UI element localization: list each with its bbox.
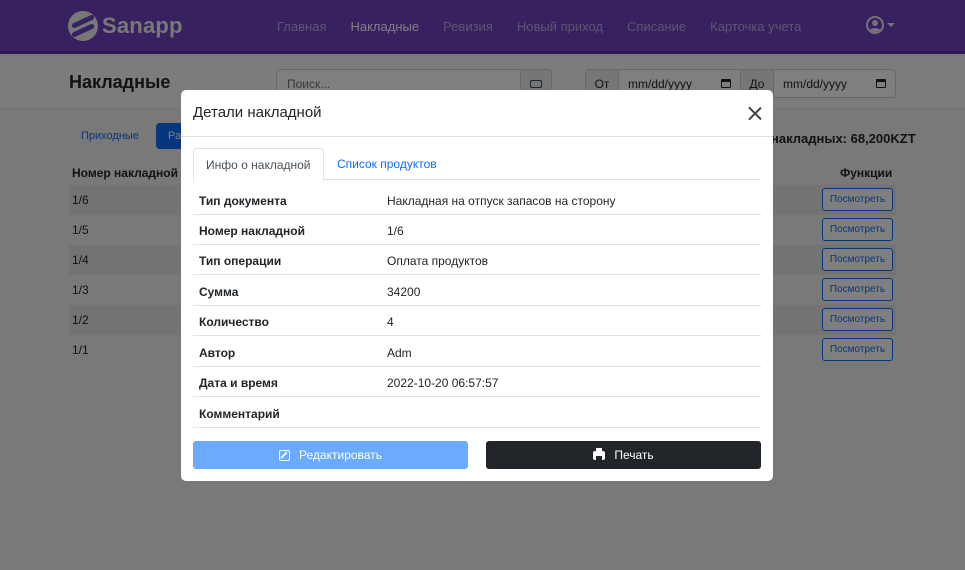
detail-row-amount: Сумма 34200 <box>193 276 761 306</box>
edit-button[interactable]: Редактировать <box>193 441 468 469</box>
close-icon[interactable] <box>748 106 762 120</box>
detail-label: Дата и время <box>199 376 278 390</box>
detail-value: Накладная на отпуск запасов на сторону <box>387 194 616 208</box>
modal-title: Детали накладной <box>193 104 322 121</box>
detail-label: Автор <box>199 346 236 360</box>
detail-label: Количество <box>199 315 269 329</box>
detail-label: Комментарий <box>199 407 280 421</box>
detail-row-quantity: Количество 4 <box>193 306 761 336</box>
detail-row-author: Автор Adm <box>193 337 761 367</box>
print-button[interactable]: Печать <box>486 441 761 469</box>
tab-invoice-info[interactable]: Инфо о накладной <box>193 148 324 181</box>
print-button-label: Печать <box>614 448 654 462</box>
tab-product-list[interactable]: Список продуктов <box>325 148 449 180</box>
modal-header: Детали накладной <box>181 90 773 137</box>
detail-row-operation-type: Тип операции Оплата продуктов <box>193 245 761 275</box>
invoice-details-modal: Детали накладной Инфо о накладной Список… <box>181 90 773 481</box>
printer-icon <box>593 447 606 460</box>
detail-label: Номер накладной <box>199 224 305 238</box>
detail-value: 4 <box>387 315 394 329</box>
detail-value: 1/6 <box>387 224 404 238</box>
detail-row-invoice-number: Номер накладной 1/6 <box>193 215 761 245</box>
detail-label: Сумма <box>199 285 239 299</box>
detail-value: Оплата продуктов <box>387 254 488 268</box>
edit-icon <box>279 449 291 461</box>
modal-tabs: Инфо о накладной Список продуктов <box>193 148 761 181</box>
detail-label: Тип документа <box>199 194 287 208</box>
detail-row-document-type: Тип документа Накладная на отпуск запасо… <box>193 185 761 215</box>
detail-value: Adm <box>387 346 412 360</box>
detail-label: Тип операции <box>199 254 282 268</box>
edit-button-label: Редактировать <box>299 448 382 462</box>
detail-value: 2022-10-20 06:57:57 <box>387 376 499 390</box>
detail-value: 34200 <box>387 285 421 299</box>
detail-row-comment: Комментарий <box>193 398 761 428</box>
detail-row-datetime: Дата и время 2022-10-20 06:57:57 <box>193 367 761 397</box>
